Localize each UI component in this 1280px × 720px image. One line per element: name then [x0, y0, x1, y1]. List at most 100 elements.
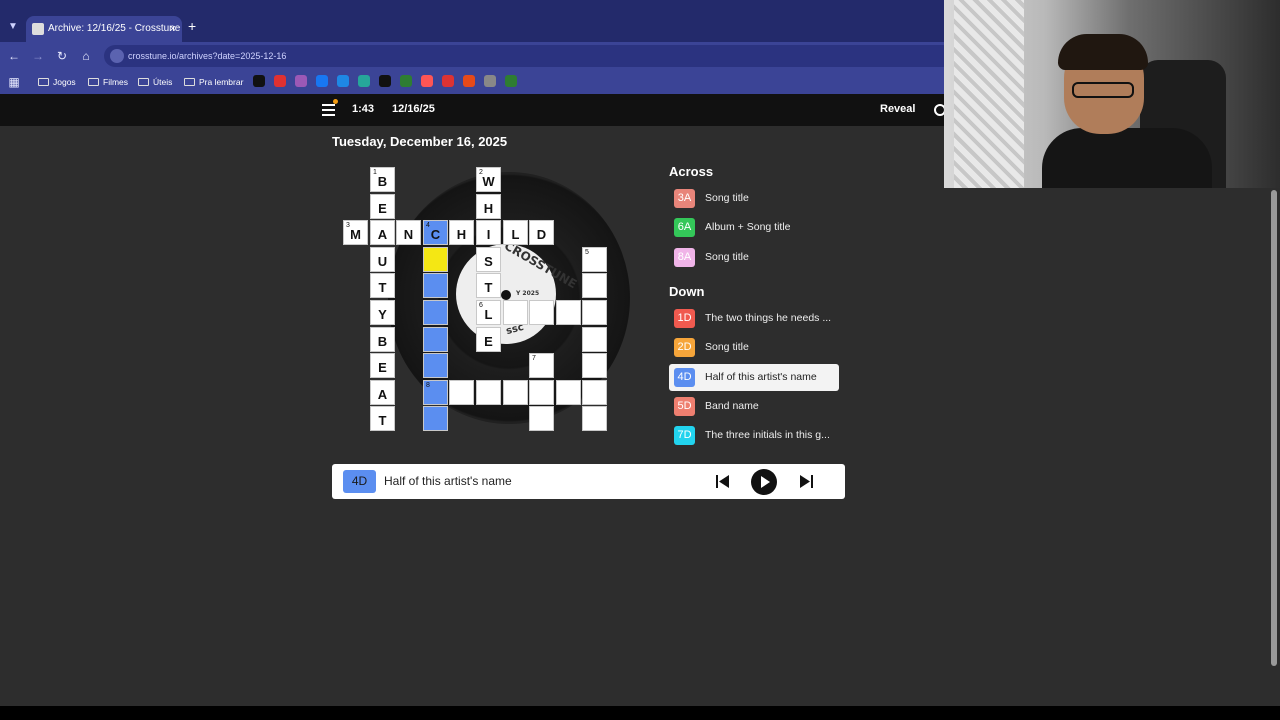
grid-cell[interactable]	[582, 327, 607, 352]
bookmark-site-icon[interactable]	[484, 75, 496, 87]
bookmark-site-icon[interactable]	[379, 75, 391, 87]
reveal-button[interactable]: Reveal	[880, 103, 915, 115]
cell-letter: E	[484, 334, 493, 349]
grid-cell[interactable]	[423, 273, 448, 298]
clue-item-7d[interactable]: 7D The three initials in this g...	[669, 422, 839, 449]
bookmark-site-icon[interactable]	[274, 75, 286, 87]
clue-text: Band name	[705, 399, 759, 412]
grid-cell[interactable]: Y	[370, 300, 395, 325]
grid-cell[interactable]: 5	[582, 247, 607, 272]
grid-cell[interactable]: 1B	[370, 167, 395, 192]
tab-close-icon[interactable]: ×	[170, 16, 176, 42]
grid-cell[interactable]: 3M	[343, 220, 368, 245]
bookmark-site-icon[interactable]	[463, 75, 475, 87]
grid-cell[interactable]: B	[370, 327, 395, 352]
bookmark-folder-jogos[interactable]: Jogos	[38, 74, 76, 90]
bookmark-folder-pra-lembrar[interactable]: Pra lembrar	[184, 74, 243, 90]
grid-cell[interactable]	[423, 353, 448, 378]
clue-item-5d[interactable]: 5D Band name	[669, 393, 839, 420]
grid-cell[interactable]: A	[370, 380, 395, 405]
clue-item-1d[interactable]: 1D The two things he needs ...	[669, 305, 839, 332]
browser-tab-active[interactable]: Archive: 12/16/25 - Crosstune ×	[26, 16, 182, 42]
grid-cell[interactable]	[582, 273, 607, 298]
grid-cell[interactable]	[449, 380, 474, 405]
clue-badge: 7D	[674, 426, 695, 446]
grid-cell[interactable]: 7	[529, 353, 554, 378]
apps-grid-icon[interactable]: ▦	[6, 74, 22, 90]
grid-cell[interactable]: E	[370, 194, 395, 219]
clue-item-8a[interactable]: 8A Song title	[669, 244, 839, 271]
bookmark-site-icon[interactable]	[442, 75, 454, 87]
grid-cell[interactable]	[582, 300, 607, 325]
back-arrow-icon[interactable]: ←	[6, 48, 22, 64]
grid-cell[interactable]	[423, 327, 448, 352]
reload-icon[interactable]: ↻	[54, 48, 70, 64]
grid-cell[interactable]	[529, 300, 554, 325]
bookmark-site-icon[interactable]	[337, 75, 349, 87]
grid-cell[interactable]: A	[370, 220, 395, 245]
bookmark-site-icon[interactable]	[400, 75, 412, 87]
bookmark-label: Pra lembrar	[199, 77, 244, 87]
clue-item-3a[interactable]: 3A Song title	[669, 185, 839, 212]
grid-cell[interactable]: E	[370, 353, 395, 378]
cell-letter: L	[511, 227, 520, 242]
grid-cell[interactable]	[423, 247, 448, 272]
bookmark-site-icon[interactable]	[505, 75, 517, 87]
grid-cell[interactable]	[529, 406, 554, 431]
bookmark-site-icon[interactable]	[421, 75, 433, 87]
grid-cell[interactable]: 8	[423, 380, 448, 405]
grid-cell[interactable]: U	[370, 247, 395, 272]
forward-arrow-icon[interactable]: →	[30, 48, 46, 64]
grid-cell[interactable]: N	[396, 220, 421, 245]
clue-item-2d[interactable]: 2D Song title	[669, 334, 839, 361]
bookmark-site-icon[interactable]	[253, 75, 265, 87]
cell-letter: N	[403, 227, 414, 242]
grid-cell[interactable]	[556, 300, 581, 325]
play-button-icon[interactable]	[751, 469, 777, 495]
grid-cell[interactable]: T	[476, 273, 501, 298]
grid-cell[interactable]	[556, 380, 581, 405]
grid-cell[interactable]: H	[476, 194, 501, 219]
grid-cell[interactable]: H	[449, 220, 474, 245]
grid-cell[interactable]: L	[503, 220, 528, 245]
clue-item-6a[interactable]: 6A Album + Song title	[669, 214, 839, 241]
bookmark-site-icon[interactable]	[295, 75, 307, 87]
grid-cell[interactable]: T	[370, 406, 395, 431]
grid-cell[interactable]	[582, 406, 607, 431]
grid-cell[interactable]: S	[476, 247, 501, 272]
grid-cell[interactable]: E	[476, 327, 501, 352]
grid-cell[interactable]	[503, 300, 528, 325]
grid-cell[interactable]	[529, 380, 554, 405]
grid-cell[interactable]	[582, 353, 607, 378]
clue-item-4d[interactable]: 4D Half of this artist's name	[669, 363, 839, 391]
bookmark-site-icon[interactable]	[316, 75, 328, 87]
grid-cell[interactable]	[423, 406, 448, 431]
hamburger-menu-icon[interactable]	[322, 104, 335, 116]
bookmark-folder-uteis[interactable]: Úteis	[138, 74, 172, 90]
grid-cell[interactable]: 2W	[476, 167, 501, 192]
clue-badge: 3A	[674, 189, 695, 208]
grid-cell[interactable]: I	[476, 220, 501, 245]
tab-list-chevron-icon[interactable]: ▼	[4, 18, 22, 36]
vinyl-label-year: Y 2025	[516, 290, 540, 297]
grid-cell[interactable]: D	[529, 220, 554, 245]
address-bar[interactable]: crosstune.io/archives?date=2025-12-16	[104, 45, 954, 67]
bookmark-label: Jogos	[53, 77, 76, 87]
grid-cell[interactable]	[423, 300, 448, 325]
grid-cell[interactable]: 4C	[423, 220, 448, 245]
previous-clue-icon[interactable]	[716, 475, 729, 488]
bookmark-site-icon[interactable]	[358, 75, 370, 87]
grid-cell[interactable]	[582, 380, 607, 405]
grid-cell[interactable]: T	[370, 273, 395, 298]
grid-cell[interactable]	[476, 380, 501, 405]
grid-cell[interactable]	[503, 380, 528, 405]
bookmark-folder-filmes[interactable]: Filmes	[88, 74, 128, 90]
folder-icon	[138, 78, 149, 86]
home-icon[interactable]: ⌂	[78, 48, 94, 64]
next-clue-icon[interactable]	[800, 475, 813, 488]
grid-cell[interactable]: 6L	[476, 300, 501, 325]
new-tab-icon[interactable]: +	[188, 18, 196, 34]
site-info-icon[interactable]	[110, 49, 124, 63]
page-scrollbar[interactable]	[1271, 190, 1277, 666]
puzzle-timer: 1:43	[352, 103, 375, 115]
